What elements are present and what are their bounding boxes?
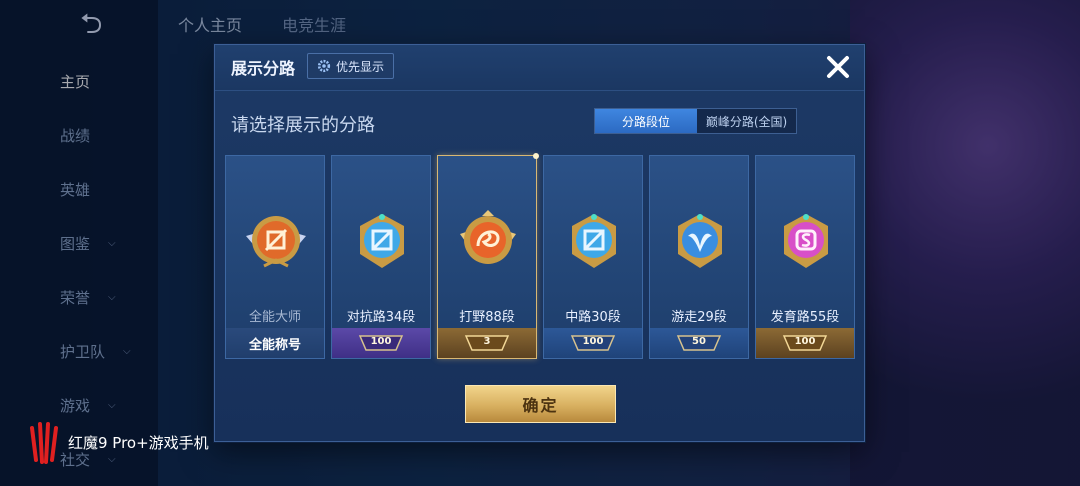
lane-card-clash[interactable]: 对抗路34段 100 <box>331 155 431 359</box>
lane-card-mid[interactable]: 中路30段 100 <box>543 155 643 359</box>
dialog-title: 展示分路 <box>231 59 296 78</box>
close-icon[interactable] <box>822 51 854 83</box>
star-count-tag: 3 <box>464 334 510 352</box>
selection-sparkle-icon <box>533 153 539 159</box>
lane-card-footer: 100 <box>544 328 642 358</box>
lane-card-footer: 100 <box>756 328 854 358</box>
device-watermark: 红魔9 Pro+游戏手机 <box>28 420 209 464</box>
star-count-tag: 100 <box>570 334 616 352</box>
star-count: 100 <box>794 336 816 347</box>
all-round-master-badge-icon <box>246 216 306 268</box>
segment-lane-rank[interactable]: 分路段位 <box>595 109 697 133</box>
lane-display-dialog: 展示分路 优先显示 请选择展示的分路 分路段位 巅峰分路(全国) 全能大师 全能… <box>214 44 865 442</box>
farm-lane-badge-icon <box>784 214 828 268</box>
lane-card-all-round[interactable]: 全能大师 全能称号 <box>225 155 325 359</box>
lane-card-footer: 全能称号 <box>226 328 324 358</box>
segment-control: 分路段位 巅峰分路(全国) <box>594 108 797 134</box>
watermark-text: 红魔9 Pro+游戏手机 <box>68 433 209 452</box>
star-count: 50 <box>692 336 706 347</box>
lane-card-label: 游走29段 <box>671 310 727 325</box>
lane-card-footer: 50 <box>650 328 748 358</box>
star-count: 100 <box>582 336 604 347</box>
star-count-tag: 100 <box>358 334 404 352</box>
lane-card-jungle[interactable]: 打野88段 3 <box>437 153 539 359</box>
lane-card-farm[interactable]: 发育路55段 100 <box>755 155 855 359</box>
dialog-header: 展示分路 优先显示 <box>215 45 864 91</box>
lane-card-footer: 100 <box>332 328 430 358</box>
lane-card-label: 中路30段 <box>565 310 621 325</box>
gear-icon <box>317 59 331 73</box>
priority-display-label: 优先显示 <box>336 59 385 74</box>
lane-card-label: 对抗路34段 <box>346 310 416 325</box>
lane-cards: 全能大师 全能称号 对抗路34段 100 打野88段 3 中路30段 100 游… <box>225 153 856 359</box>
dialog-subtitle: 请选择展示的分路 <box>231 115 375 136</box>
star-count: 3 <box>483 336 491 347</box>
mid-lane-badge-icon <box>572 214 616 268</box>
jungle-lane-badge-icon <box>460 210 516 264</box>
lane-card-footer: 3 <box>438 328 536 358</box>
star-count-tag: 100 <box>782 334 828 352</box>
clash-lane-badge-icon <box>360 214 404 268</box>
segment-peak-lane[interactable]: 巅峰分路(全国) <box>697 109 796 133</box>
lane-card-label: 发育路55段 <box>770 310 840 325</box>
star-count: 100 <box>370 336 392 347</box>
lane-card-label: 全能大师 <box>248 310 301 325</box>
red-magic-logo-icon <box>30 422 58 464</box>
roam-lane-badge-icon <box>678 214 722 268</box>
lane-card-roam[interactable]: 游走29段 50 <box>649 155 749 359</box>
lane-card-label: 打野88段 <box>459 310 515 325</box>
star-count-tag: 50 <box>676 334 722 352</box>
all-round-title-text: 全能称号 <box>248 337 301 353</box>
priority-display-button[interactable]: 优先显示 <box>307 53 395 79</box>
confirm-button[interactable]: 确定 <box>465 385 616 423</box>
